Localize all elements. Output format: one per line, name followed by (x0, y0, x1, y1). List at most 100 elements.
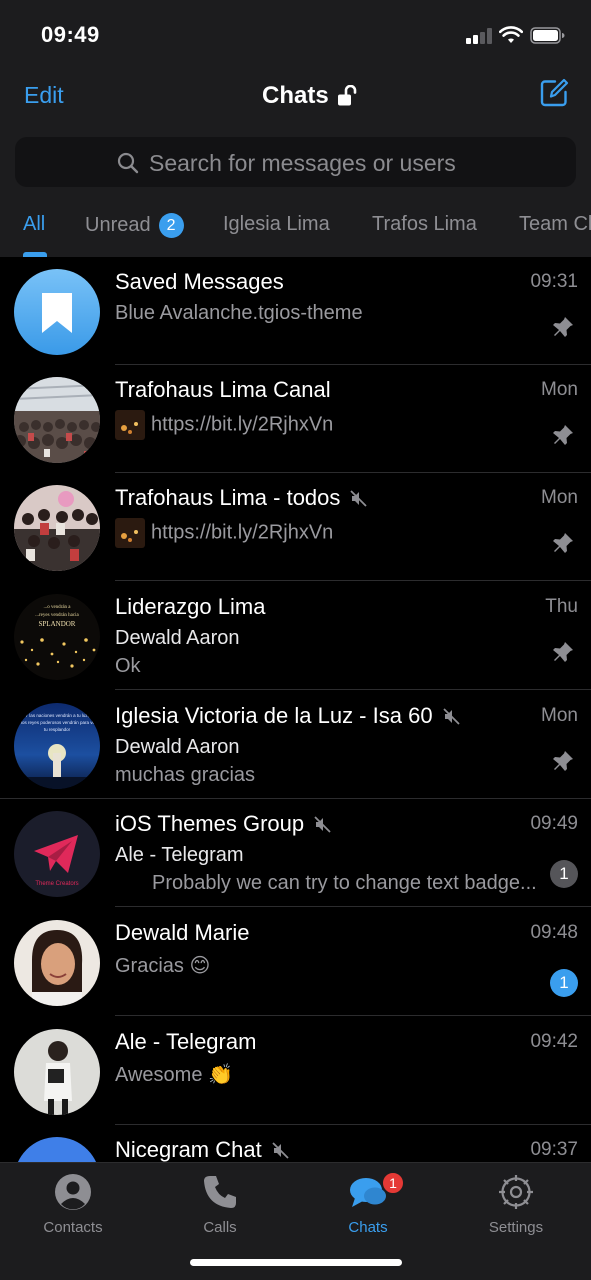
tab-settings[interactable]: Settings (456, 1169, 576, 1236)
tab-calls[interactable]: Calls (160, 1169, 280, 1236)
chats-tab-badge: 1 (381, 1171, 405, 1195)
muted-icon (314, 815, 331, 833)
chat-preview: Gracias 😊 (115, 955, 211, 977)
avatar: ...o vendrán a ...reyes vendrán hacia SP… (14, 594, 100, 680)
link-thumbnail (115, 410, 145, 440)
tab-chats[interactable]: 1 Chats (308, 1169, 428, 1236)
chat-title: Iglesia Victoria de la Luz - Isa 60 (115, 703, 460, 729)
filter-tab-trafos-lima[interactable]: Trafos Lima (372, 213, 477, 236)
chat-sender: Dewald Aaron (115, 627, 240, 649)
filter-tab-label: Unread (85, 214, 151, 236)
tab-label: Contacts (43, 1219, 103, 1236)
avatar (14, 920, 100, 1006)
status-bar: 09:49 (0, 0, 591, 70)
chat-row-dewald-marie[interactable]: Dewald Marie 09:48 Gracias 😊 1 (0, 908, 591, 1016)
chat-title: Trafohaus Lima Canal (115, 377, 331, 402)
chat-time: 09:48 (530, 922, 578, 943)
chat-title: Trafohaus Lima - todos (115, 485, 368, 511)
svg-text:Theme Creators: Theme Creators (35, 881, 78, 887)
filter-tab-label: Team Cl (519, 213, 591, 235)
chat-time: Thu (545, 596, 578, 617)
chat-filter-tabs: All Unread 2 Iglesia Lima Trafos Lima Te… (0, 200, 591, 257)
nav-title-group: Chats (262, 81, 357, 111)
svg-text:tu resplandor: tu resplandor (44, 727, 71, 732)
tab-label: Chats (348, 1219, 388, 1236)
avatar (14, 1137, 100, 1162)
pin-icon (553, 642, 573, 662)
avatar (14, 485, 100, 571)
chat-preview: Probably we can try to change text badge… (152, 872, 537, 894)
chat-time: 09:49 (530, 813, 578, 834)
chat-row-saved-messages[interactable]: Saved Messages 09:31 Blue Avalanche.tgio… (0, 257, 591, 365)
search-placeholder: Search for messages or users (149, 150, 456, 176)
unlocked-lock-icon[interactable] (337, 85, 357, 107)
compose-icon[interactable] (539, 78, 569, 108)
tab-contacts[interactable]: Contacts (13, 1169, 133, 1236)
home-indicator (190, 1259, 402, 1266)
chat-preview: Awesome 👏 (115, 1064, 233, 1086)
avatar (14, 1029, 100, 1115)
chat-preview: https://bit.ly/2RjhxVn (115, 410, 333, 440)
chat-title: Dewald Marie (115, 920, 250, 945)
svg-text:SPLANDOR: SPLANDOR (39, 620, 76, 628)
chat-preview: Ok (115, 655, 141, 677)
filter-tab-label: Trafos Lima (372, 213, 477, 235)
avatar: Theme Creators (14, 811, 100, 897)
battery-icon (530, 27, 565, 44)
search-icon (117, 152, 139, 174)
chat-row-iglesia-victoria[interactable]: Y las naciones vendrán a tu luz, y los r… (0, 691, 591, 799)
link-thumbnail (115, 518, 145, 548)
chat-preview: https://bit.ly/2RjhxVn (115, 518, 333, 548)
avatar (14, 377, 100, 463)
search-field[interactable]: Search for messages or users (15, 137, 576, 187)
row-separator (115, 689, 591, 690)
unread-count-badge: 2 (158, 213, 184, 238)
tab-label: Settings (488, 1219, 544, 1236)
chat-title: Liderazgo Lima (115, 594, 266, 619)
edit-button[interactable]: Edit (24, 82, 64, 109)
chat-row-ios-themes-group[interactable]: Theme Creators iOS Themes Group 09:49 Al… (0, 799, 591, 907)
chat-title: Saved Messages (115, 269, 284, 294)
status-time: 09:49 (41, 22, 100, 47)
chat-row-nicegram-chat[interactable]: Nicegram Chat 09:37 (0, 1125, 591, 1162)
avatar: Y las naciones vendrán a tu luz, y los r… (14, 703, 100, 789)
chat-title: Nicegram Chat (115, 1137, 289, 1162)
filter-tab-iglesia-lima[interactable]: Iglesia Lima (223, 213, 330, 236)
filter-tab-all[interactable]: All (23, 213, 45, 236)
pin-icon (553, 533, 573, 553)
gear-icon (499, 1175, 533, 1209)
filter-tab-label: Iglesia Lima (223, 213, 330, 235)
svg-text:y los reyes poderosos vendrán: y los reyes poderosos vendrán para ver (17, 720, 97, 725)
wifi-icon (499, 26, 523, 43)
header-area: 09:49 Edit Chats Search for messages or … (0, 0, 591, 257)
chat-list: Saved Messages 09:31 Blue Avalanche.tgio… (0, 257, 591, 1162)
chat-title: Ale - Telegram (115, 1029, 257, 1054)
chat-time: Mon (541, 705, 578, 726)
chat-time: 09:31 (530, 271, 578, 292)
person-icon (55, 1174, 91, 1210)
avatar (14, 269, 100, 355)
chat-row-liderazgo-lima[interactable]: ...o vendrán a ...reyes vendrán hacia SP… (0, 582, 591, 690)
chat-row-trafohaus-lima-canal[interactable]: Trafohaus Lima Canal Mon https://bit.ly/… (0, 365, 591, 473)
filter-tab-unread[interactable]: Unread 2 (85, 213, 184, 238)
pin-icon (553, 751, 573, 771)
page-title: Chats (262, 82, 329, 109)
muted-icon (350, 489, 368, 507)
unread-badge: 1 (550, 860, 578, 888)
cellular-signal-icon (466, 28, 492, 44)
chat-preview: Blue Avalanche.tgios-theme (115, 302, 363, 324)
chat-time: Mon (541, 487, 578, 508)
svg-text:Y las naciones vendrán a tu lu: Y las naciones vendrán a tu luz, (25, 713, 89, 718)
chat-time: 09:42 (530, 1031, 578, 1052)
svg-text:...reyes vendrán hacia: ...reyes vendrán hacia (35, 613, 79, 618)
filter-tab-label: All (23, 213, 46, 235)
filter-tab-team[interactable]: Team Cl (519, 213, 591, 236)
chat-row-trafohaus-lima-todos[interactable]: Trafohaus Lima - todos Mon https://bit.l… (0, 473, 591, 581)
muted-icon (272, 1141, 289, 1159)
unread-badge: 1 (550, 969, 578, 997)
chat-title: iOS Themes Group (115, 811, 331, 837)
chat-row-ale-telegram[interactable]: Ale - Telegram 09:42 Awesome 👏 (0, 1017, 591, 1125)
navigation-bar: Edit Chats (0, 70, 591, 120)
chat-preview: muchas gracias (115, 764, 256, 786)
row-separator (115, 1015, 591, 1016)
